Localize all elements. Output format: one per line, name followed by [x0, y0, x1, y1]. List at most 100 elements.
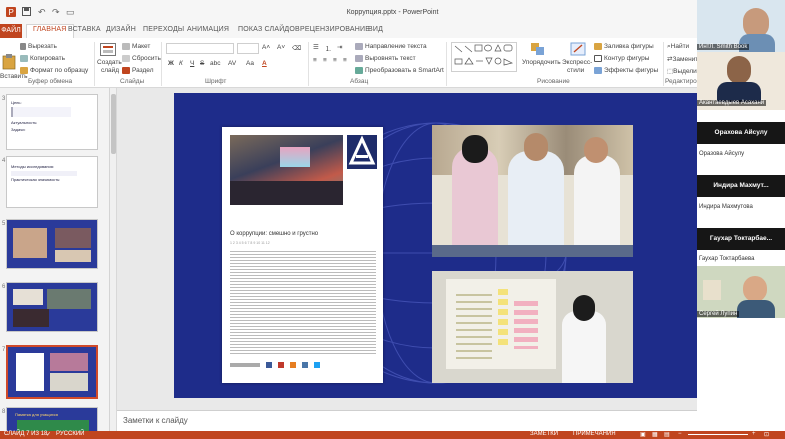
- current-slide[interactable]: О коррупции: смешно и грустно 1 2 3 4 5 …: [174, 93, 699, 398]
- format-painter-button[interactable]: Формат по образцу: [20, 67, 88, 74]
- participant-video[interactable]: ИнтЛ. Smith Book: [697, 0, 785, 52]
- tab-slideshow[interactable]: ПОКАЗ СЛАЙДОВ: [238, 26, 300, 33]
- align-left-icon[interactable]: ≡: [313, 57, 317, 64]
- tab-animation[interactable]: АНИМАЦИЯ: [187, 26, 229, 33]
- spacing-button[interactable]: AV: [228, 60, 236, 67]
- bullets-icon[interactable]: ☰: [313, 43, 319, 51]
- participant-video[interactable]: Акантаевдыев Асаханй: [697, 52, 785, 110]
- justify-icon[interactable]: ≡: [343, 57, 347, 64]
- quick-styles-label-1[interactable]: Экспресс-: [562, 59, 592, 66]
- participant-video[interactable]: Сергей Лупин: [697, 266, 785, 318]
- tab-design[interactable]: ДИЗАЙН: [106, 26, 136, 33]
- photo-group[interactable]: [432, 125, 633, 257]
- tab-file[interactable]: ФАЙЛ: [0, 24, 22, 38]
- thumb-photo: [55, 250, 91, 262]
- tab-view[interactable]: ВИД: [368, 26, 383, 33]
- shape-effects-button[interactable]: Эффекты фигуры: [594, 67, 658, 74]
- quick-styles-icon[interactable]: [570, 42, 586, 58]
- numbering-icon[interactable]: ⒈: [325, 43, 332, 53]
- tab-insert[interactable]: ВСТАВКА: [68, 26, 101, 33]
- smartart-button[interactable]: Преобразовать в SmartArt: [355, 67, 444, 74]
- indent-icon[interactable]: ⇥: [337, 43, 342, 51]
- language-indicator[interactable]: РУССКИЙ: [56, 431, 84, 437]
- font-color-button[interactable]: A: [262, 60, 267, 67]
- slide-thumbnail-5[interactable]: [6, 219, 98, 269]
- slide-thumbnail-3[interactable]: Цель: Актуальность: Задачи:: [6, 94, 98, 150]
- share-google-icon[interactable]: [278, 362, 284, 368]
- slide-thumbnail-8[interactable]: Памятка для учащихся: [6, 407, 98, 431]
- slide-thumbnail-4[interactable]: Методы исследования: Практическая значим…: [6, 156, 98, 208]
- strike-button[interactable]: S: [200, 60, 204, 67]
- grow-font-icon[interactable]: A˄: [262, 44, 270, 51]
- share-facebook-icon[interactable]: [266, 362, 272, 368]
- notes-toggle[interactable]: ЗАМЕТКИ: [530, 431, 558, 437]
- notes-pane[interactable]: Заметки к слайду: [117, 410, 697, 431]
- shadow-button[interactable]: abc: [210, 60, 220, 67]
- clear-format-icon[interactable]: ⌫: [292, 44, 301, 52]
- shrink-font-icon[interactable]: A˅: [277, 44, 285, 51]
- layout-icon: [122, 43, 130, 50]
- smartart-label: Преобразовать в SmartArt: [365, 67, 444, 75]
- participant-body: [717, 82, 761, 102]
- zoom-out-icon[interactable]: −: [678, 431, 682, 437]
- article-screenshot[interactable]: О коррупции: смешно и грустно 1 2 3 4 5 …: [222, 127, 383, 383]
- layout-button[interactable]: Макет: [122, 43, 150, 50]
- share-ok-icon[interactable]: [290, 362, 296, 368]
- format-label: Формат по образцу: [30, 67, 89, 75]
- copy-button[interactable]: Копировать: [20, 55, 65, 62]
- fit-slide-icon[interactable]: ⊡: [764, 431, 769, 438]
- text-direction-button[interactable]: Направление текста: [355, 43, 427, 50]
- quick-styles-label-2[interactable]: стили: [567, 67, 584, 74]
- new-slide-icon[interactable]: [100, 43, 116, 59]
- find-button[interactable]: ⌕Найти: [667, 43, 689, 51]
- reset-button[interactable]: Сбросить: [122, 55, 161, 62]
- participant-tile[interactable]: Гаухар Токтарбае...: [697, 228, 785, 250]
- share-vk-icon[interactable]: [302, 362, 308, 368]
- shape-fill-button[interactable]: Заливка фигуры: [594, 43, 654, 50]
- fill-icon: [594, 43, 602, 50]
- paste-icon[interactable]: [2, 54, 16, 72]
- tab-transitions[interactable]: ПЕРЕХОДЫ: [143, 26, 184, 33]
- tab-home[interactable]: ГЛАВНАЯ: [26, 24, 74, 38]
- font-family-select[interactable]: [166, 43, 234, 54]
- arrange-icon[interactable]: [530, 42, 546, 58]
- italic-button[interactable]: К: [179, 60, 183, 67]
- section-button[interactable]: Раздел: [122, 67, 153, 74]
- arrange-button[interactable]: Упорядочить: [522, 59, 561, 66]
- shapes-gallery[interactable]: [451, 42, 517, 72]
- participant-tile[interactable]: Орахова Айсулу: [697, 122, 785, 144]
- align-center-icon[interactable]: ≡: [323, 57, 327, 64]
- slide-counter: СЛАЙД 7 ИЗ 18: [4, 431, 48, 437]
- zoom-in-icon[interactable]: +: [752, 431, 756, 437]
- status-bar: СЛАЙД 7 ИЗ 18 ✓ РУССКИЙ ЗАМЕТКИ ПРИМЕЧАН…: [0, 431, 785, 439]
- sorter-view-icon[interactable]: ▦: [652, 431, 658, 438]
- comments-toggle[interactable]: ПРИМЕЧАНИЯ: [573, 431, 616, 437]
- tab-review[interactable]: РЕЦЕНЗИРОВАНИЕ: [300, 26, 370, 33]
- normal-view-icon[interactable]: ▣: [640, 431, 646, 438]
- reading-view-icon[interactable]: ▤: [664, 431, 670, 438]
- photo-presentation[interactable]: [432, 271, 633, 383]
- cut-button[interactable]: Вырезать: [20, 43, 57, 50]
- shapes-icon: [454, 44, 514, 66]
- article-photo: [230, 135, 343, 205]
- participant-tile[interactable]: Индира Махмут...: [697, 175, 785, 197]
- thumbnail-scrollbar[interactable]: [110, 88, 117, 431]
- slide-edit-area: О коррупции: смешно и грустно 1 2 3 4 5 …: [117, 88, 699, 410]
- scrollbar-thumb[interactable]: [111, 94, 116, 154]
- slide-thumbnail-7[interactable]: [6, 345, 98, 399]
- new-slide-label-2[interactable]: слайд: [101, 67, 119, 74]
- case-button[interactable]: Aa: [246, 60, 254, 67]
- align-text-button[interactable]: Выровнять текст: [355, 55, 416, 62]
- shape-outline-button[interactable]: Контур фигуры: [594, 55, 649, 62]
- participant-face: [743, 276, 767, 302]
- underline-button[interactable]: Ч: [190, 60, 194, 67]
- new-slide-label-1[interactable]: Создать: [97, 59, 122, 66]
- bold-button[interactable]: Ж: [168, 60, 174, 67]
- spellcheck-icon[interactable]: ✓: [46, 431, 51, 438]
- font-size-select[interactable]: [237, 43, 259, 54]
- share-twitter-icon[interactable]: [314, 362, 320, 368]
- photo-person-head: [462, 135, 488, 163]
- zoom-slider[interactable]: [688, 434, 748, 435]
- align-right-icon[interactable]: ≡: [333, 57, 337, 64]
- slide-thumbnail-6[interactable]: [6, 282, 98, 332]
